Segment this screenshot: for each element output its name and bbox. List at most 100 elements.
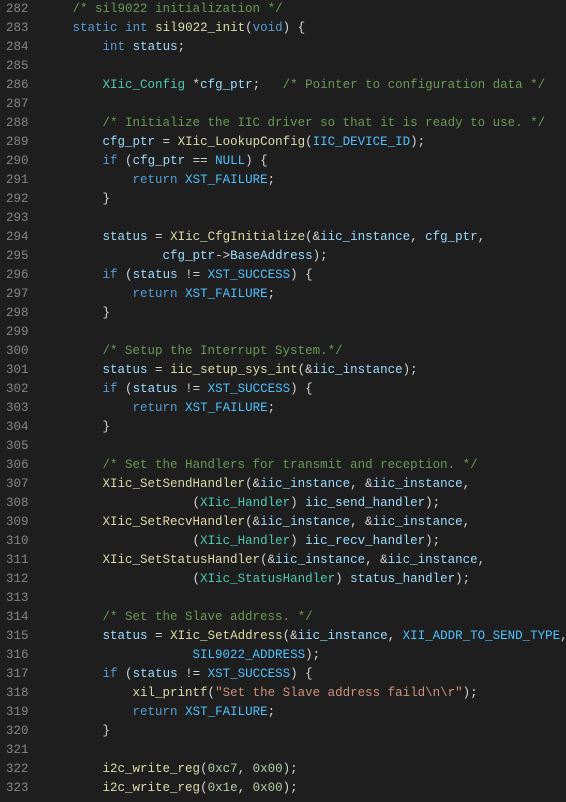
code-line[interactable]: (XIic_StatusHandler) status_handler); bbox=[43, 570, 566, 589]
code-token: ); bbox=[425, 534, 440, 548]
code-line[interactable]: cfg_ptr->BaseAddress); bbox=[43, 247, 566, 266]
code-token: /* Set the Handlers for transmit and rec… bbox=[103, 458, 478, 472]
code-token: ) { bbox=[290, 268, 313, 282]
line-number-gutter: 2822832842852862872882892902912922932942… bbox=[0, 0, 43, 802]
line-number: 311 bbox=[6, 551, 29, 570]
code-line[interactable]: static int sil9022_init(void) { bbox=[43, 19, 566, 38]
code-line[interactable]: XIic_Config *cfg_ptr; /* Pointer to conf… bbox=[43, 76, 566, 95]
line-number: 310 bbox=[6, 532, 29, 551]
code-line[interactable]: cfg_ptr = XIic_LookupConfig(IIC_DEVICE_I… bbox=[43, 133, 566, 152]
code-token: return bbox=[133, 401, 178, 415]
code-token: } bbox=[103, 306, 111, 320]
code-line[interactable]: /* Initialize the IIC driver so that it … bbox=[43, 114, 566, 133]
code-token: XIic_CfgInitialize bbox=[170, 230, 305, 244]
code-token: cfg_ptr bbox=[133, 154, 186, 168]
code-line[interactable]: } bbox=[43, 418, 566, 437]
code-line[interactable]: SIL9022_ADDRESS); bbox=[43, 646, 566, 665]
code-token: status bbox=[133, 382, 178, 396]
code-area[interactable]: /* sil9022 initialization */ static int … bbox=[43, 0, 566, 802]
code-token: ( bbox=[305, 135, 313, 149]
code-line[interactable]: status = XIic_CfgInitialize(&iic_instanc… bbox=[43, 228, 566, 247]
code-line[interactable]: } bbox=[43, 190, 566, 209]
line-number: 323 bbox=[6, 779, 29, 798]
code-line[interactable] bbox=[43, 589, 566, 608]
line-number: 317 bbox=[6, 665, 29, 684]
code-token: "Set the Slave address faild\n\r" bbox=[215, 686, 463, 700]
code-line[interactable]: (XIic_Handler) iic_recv_handler); bbox=[43, 532, 566, 551]
code-token: ; bbox=[268, 705, 276, 719]
code-editor[interactable]: 2822832842852862872882892902912922932942… bbox=[0, 0, 566, 802]
code-token: ( bbox=[193, 534, 201, 548]
code-token: ) { bbox=[290, 382, 313, 396]
code-token: iic_setup_sys_int bbox=[170, 363, 298, 377]
code-token: iic_instance bbox=[260, 477, 350, 491]
code-token: != bbox=[178, 667, 208, 681]
code-token: 0x1e bbox=[208, 781, 238, 795]
code-token: , bbox=[478, 230, 486, 244]
code-line[interactable]: xil_printf("Set the Slave address faild\… bbox=[43, 684, 566, 703]
code-line[interactable]: int status; bbox=[43, 38, 566, 57]
code-line[interactable]: if (status != XST_SUCCESS) { bbox=[43, 266, 566, 285]
code-line[interactable] bbox=[43, 209, 566, 228]
code-line[interactable] bbox=[43, 95, 566, 114]
code-line[interactable]: status = XIic_SetAddress(&iic_instance, … bbox=[43, 627, 566, 646]
code-token: if bbox=[103, 154, 118, 168]
code-line[interactable]: } bbox=[43, 304, 566, 323]
code-line[interactable]: /* sil9022 initialization */ bbox=[43, 0, 566, 19]
code-line[interactable]: /* Set the Handlers for transmit and rec… bbox=[43, 456, 566, 475]
code-token: , bbox=[463, 477, 471, 491]
code-line[interactable] bbox=[43, 57, 566, 76]
line-number: 304 bbox=[6, 418, 29, 437]
code-token: static bbox=[73, 21, 118, 35]
code-line[interactable]: return XST_FAILURE; bbox=[43, 285, 566, 304]
code-line[interactable]: } bbox=[43, 722, 566, 741]
code-line[interactable]: if (status != XST_SUCCESS) { bbox=[43, 665, 566, 684]
code-line[interactable]: XIic_SetStatusHandler(&iic_instance, &ii… bbox=[43, 551, 566, 570]
code-token: } bbox=[103, 724, 111, 738]
code-line[interactable] bbox=[43, 741, 566, 760]
code-line[interactable]: if (cfg_ptr == NULL) { bbox=[43, 152, 566, 171]
code-token: , & bbox=[350, 477, 373, 491]
code-token bbox=[178, 401, 186, 415]
line-number: 284 bbox=[6, 38, 29, 57]
code-token: ); bbox=[463, 686, 478, 700]
code-token: (& bbox=[298, 363, 313, 377]
code-token: status bbox=[103, 363, 148, 377]
code-line[interactable]: return XST_FAILURE; bbox=[43, 703, 566, 722]
code-line[interactable] bbox=[43, 323, 566, 342]
line-number: 305 bbox=[6, 437, 29, 456]
code-token: iic_instance bbox=[320, 230, 410, 244]
code-line[interactable]: if (status != XST_SUCCESS) { bbox=[43, 380, 566, 399]
code-token: ( bbox=[118, 667, 133, 681]
line-number: 289 bbox=[6, 133, 29, 152]
code-token: ( bbox=[193, 496, 201, 510]
code-token: , bbox=[238, 781, 253, 795]
code-line[interactable]: return XST_FAILURE; bbox=[43, 171, 566, 190]
line-number: 315 bbox=[6, 627, 29, 646]
code-line[interactable]: /* Setup the Interrupt System.*/ bbox=[43, 342, 566, 361]
code-token: cfg_ptr bbox=[103, 135, 156, 149]
line-number: 290 bbox=[6, 152, 29, 171]
line-number: 293 bbox=[6, 209, 29, 228]
code-token: ; bbox=[253, 78, 283, 92]
code-line[interactable]: /* Set the Slave address. */ bbox=[43, 608, 566, 627]
line-number: 309 bbox=[6, 513, 29, 532]
line-number: 282 bbox=[6, 0, 29, 19]
code-token: ) { bbox=[245, 154, 268, 168]
line-number: 294 bbox=[6, 228, 29, 247]
code-token: return bbox=[133, 173, 178, 187]
code-line[interactable] bbox=[43, 437, 566, 456]
code-line[interactable]: i2c_write_reg(0x1e, 0x00); bbox=[43, 779, 566, 798]
code-line[interactable]: (XIic_Handler) iic_send_handler); bbox=[43, 494, 566, 513]
code-line[interactable]: return XST_FAILURE; bbox=[43, 399, 566, 418]
code-token: status_handler bbox=[350, 572, 455, 586]
code-line[interactable]: i2c_write_reg(0xc7, 0x00); bbox=[43, 760, 566, 779]
code-line[interactable]: XIic_SetSendHandler(&iic_instance, &iic_… bbox=[43, 475, 566, 494]
line-number: 292 bbox=[6, 190, 29, 209]
code-line[interactable]: XIic_SetRecvHandler(&iic_instance, &iic_… bbox=[43, 513, 566, 532]
code-line[interactable]: status = iic_setup_sys_int(&iic_instance… bbox=[43, 361, 566, 380]
line-number: 303 bbox=[6, 399, 29, 418]
line-number: 302 bbox=[6, 380, 29, 399]
line-number: 321 bbox=[6, 741, 29, 760]
code-token: , bbox=[388, 629, 403, 643]
